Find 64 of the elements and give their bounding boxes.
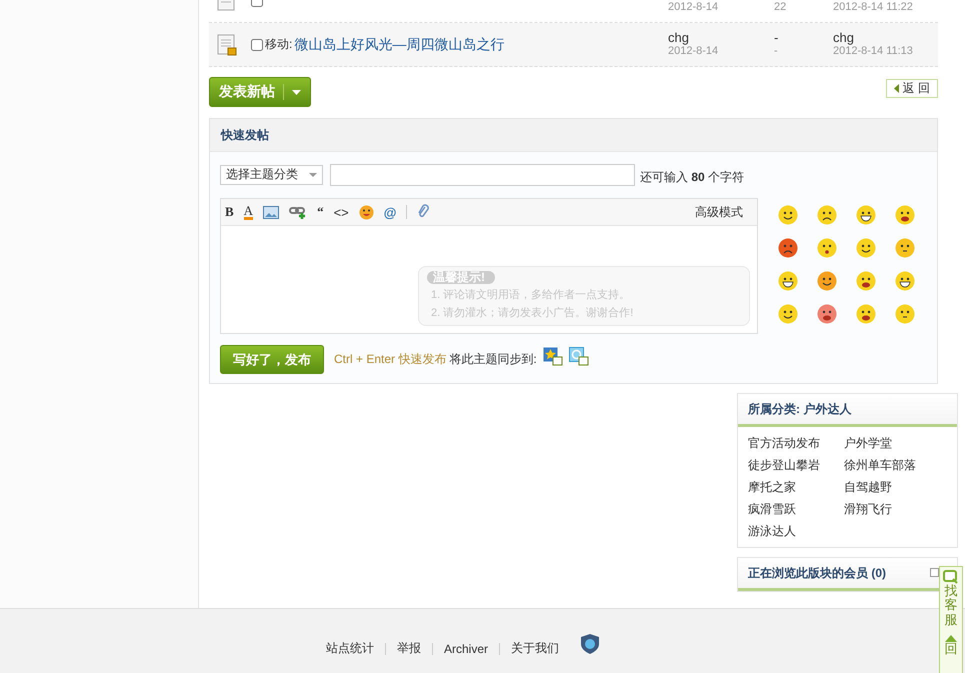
code-button[interactable]: <> — [334, 204, 349, 220]
subject-field[interactable] — [330, 164, 635, 186]
category-link[interactable]: 摩托之家 — [748, 479, 796, 495]
footer-link[interactable]: 站点统计 — [326, 640, 374, 657]
star-share-icon[interactable] — [542, 347, 563, 366]
bold-button[interactable]: B — [225, 204, 234, 220]
shocked-face-icon[interactable] — [817, 304, 837, 324]
back-button[interactable]: 返 回 — [886, 79, 938, 98]
grinning-face-icon[interactable] — [895, 271, 915, 291]
smiley-icon[interactable] — [358, 204, 374, 220]
category-link[interactable]: 自驾越野 — [844, 479, 892, 495]
category-link[interactable]: 徐州单车部落 — [844, 457, 916, 473]
reply-count: - — [774, 30, 778, 45]
back-to-top-link[interactable]: 回 — [944, 642, 958, 656]
category-link[interactable]: 游泳达人 — [748, 523, 796, 539]
customer-service-link[interactable]: 找客服 — [944, 584, 958, 627]
paperclip-icon[interactable] — [417, 204, 430, 220]
last-poster[interactable]: chg — [833, 30, 913, 45]
smiling-face-icon[interactable] — [778, 205, 798, 225]
thread-date: 2012-8-14 — [668, 1, 718, 13]
quote-button[interactable]: “ — [317, 204, 324, 220]
last-post-time: 2012-8-14 11:22 — [833, 1, 913, 13]
frowning-face-icon[interactable] — [817, 205, 837, 225]
footer-link[interactable]: 举报 — [396, 640, 421, 657]
laughing-face-icon[interactable] — [778, 271, 798, 291]
mention-button[interactable]: @ — [384, 204, 396, 220]
footer-link[interactable]: Archiver — [444, 642, 488, 656]
sync-label: 将此主题同步到: — [449, 351, 537, 368]
surprised-face-icon[interactable] — [817, 238, 837, 258]
panel-title: 快速发帖 — [221, 126, 269, 144]
category-link[interactable]: 户外学堂 — [844, 435, 892, 451]
font-color-button[interactable]: A — [244, 204, 254, 220]
category-link[interactable]: 徒步登山攀岩 — [748, 457, 820, 473]
panel-title: 所属分类: 户外达人 — [748, 400, 852, 418]
advanced-mode-link[interactable]: 高级模式 — [695, 204, 743, 220]
smiling-face-icon[interactable] — [856, 238, 876, 258]
category-select[interactable]: 选择主题分类 — [220, 164, 323, 184]
caret-icon — [894, 84, 899, 93]
thread-author[interactable]: chg — [668, 30, 718, 45]
grinning-face-icon[interactable] — [856, 205, 876, 225]
smiling-face-icon[interactable] — [778, 304, 798, 324]
thread-checkbox[interactable] — [251, 38, 263, 50]
caret-icon — [309, 172, 317, 176]
last-post-time: 2012-8-14 11:13 — [833, 45, 913, 57]
thread-date: 2012-8-14 — [668, 45, 718, 57]
shortcut-hint: Ctrl + Enter 快速发布 — [334, 351, 446, 368]
thread-prefix: 移动: — [265, 36, 292, 53]
thread-title-link[interactable]: 微山岛上好风光—周四微山岛之行 — [294, 36, 504, 54]
category-link[interactable]: 滑翔飞行 — [844, 501, 892, 517]
view-count: - — [774, 45, 778, 57]
panel-title: 正在浏览此版块的会员 (0) — [748, 564, 886, 582]
caret-icon — [292, 90, 301, 94]
character-counter: 还可输入 80 个字符 — [640, 169, 744, 186]
view-count: 22 — [774, 1, 786, 13]
category-link[interactable]: 官方活动发布 — [748, 435, 820, 451]
link-icon[interactable] — [289, 206, 308, 218]
share-icon[interactable] — [568, 347, 589, 366]
chat-icon[interactable] — [943, 570, 959, 584]
shield-icon[interactable] — [581, 634, 599, 654]
collapse-icon[interactable] — [930, 568, 939, 577]
footer-link[interactable]: 关于我们 — [511, 640, 559, 657]
category-link[interactable]: 疯滑雪跃 — [748, 501, 796, 517]
image-icon[interactable] — [263, 206, 280, 218]
shouting-face-icon[interactable] — [856, 271, 876, 291]
